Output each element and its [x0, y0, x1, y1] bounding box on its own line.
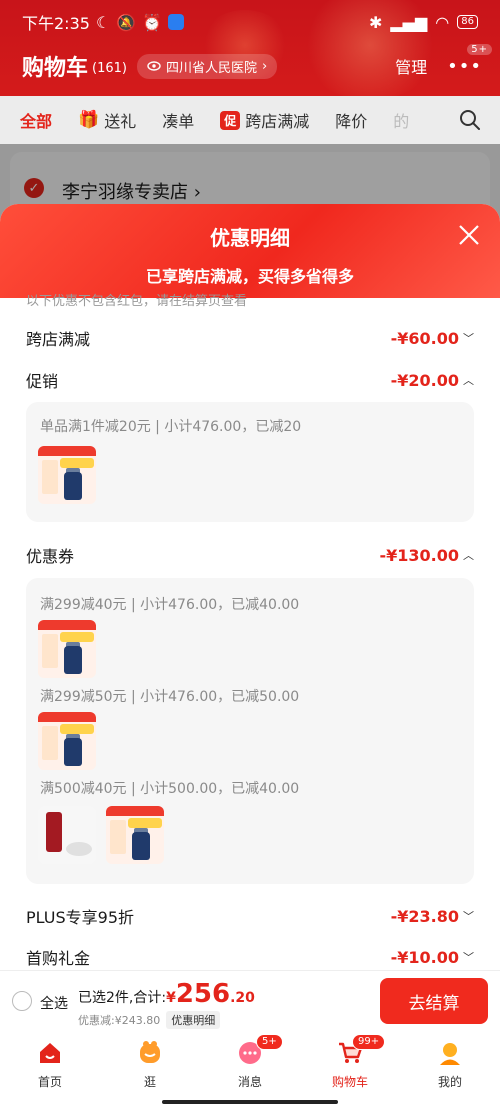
checkout-button[interactable]: 去结算	[380, 978, 488, 1024]
sheet-title: 优惠明细	[210, 226, 290, 250]
tab-more[interactable]: 的	[393, 108, 409, 132]
nav-label: 我的	[437, 1075, 462, 1089]
messages-badge: 5+	[256, 1034, 283, 1050]
cart-badge: 99+	[352, 1034, 386, 1050]
tab-label: 送礼	[104, 112, 137, 131]
page-title: 购物车	[22, 56, 89, 81]
nav-home[interactable]: 首页	[0, 1032, 100, 1111]
promo-chip: 促	[220, 110, 241, 130]
sheet-subtitle: 已享跨店满减，买得多省得多	[145, 267, 354, 286]
home-indicator	[162, 1100, 338, 1104]
coupon-row[interactable]: 优惠券 -¥130.00 ︿	[26, 543, 474, 567]
bluetooth-icon: ✱	[368, 12, 383, 32]
row-label: PLUS专享95折	[26, 908, 134, 927]
promo-row[interactable]: 促销 -¥20.00 ︿	[26, 368, 474, 392]
selected-count: 已选2件,合计:	[78, 990, 167, 1006]
first-purchase-gift-row[interactable]: 首购礼金 -¥10.00 ﹀	[26, 945, 474, 969]
row-label: 促销	[26, 372, 59, 391]
coupon-panel: 满299减40元 | 小计476.00，已减40.00 满299减50元 | 小…	[26, 578, 474, 884]
home-icon	[40, 1043, 60, 1063]
tab-cross-store[interactable]: 促跨店满减	[220, 108, 309, 132]
coupon-line: 满299减40元 | 小计476.00，已减40.00	[40, 597, 300, 613]
tab-label: 全部	[20, 112, 53, 131]
row-label: 优惠券	[26, 547, 75, 566]
plus-discount-row[interactable]: PLUS专享95折 -¥23.80 ﹀	[26, 904, 474, 928]
signal-icon: ▂▄▆	[390, 12, 428, 32]
app-notification-icon	[168, 14, 185, 30]
chevron-down-icon: ﹀	[463, 910, 474, 923]
moon-icon: ☾	[95, 12, 111, 32]
product-thumbnail[interactable]	[38, 712, 96, 770]
product-thumbnail[interactable]	[106, 806, 164, 864]
top-header: 下午2:35 ☾ 🔕 ⏰ ✱ ▂▄▆ ◠ 86 购物车 (161) 四川省人民医…	[0, 0, 500, 96]
chevron-up-icon: ︿	[463, 374, 474, 387]
coupon-line: 满299减50元 | 小计476.00，已减50.00	[40, 689, 300, 705]
tab-label: 凑单	[162, 112, 195, 131]
row-label: 跨店满减	[26, 330, 91, 349]
battery-icon: 86	[457, 15, 478, 29]
search-icon[interactable]	[458, 108, 482, 132]
chevron-right-icon: ›	[262, 58, 268, 74]
discount-detail-sheet: 优惠明细 已享跨店满减，买得多省得多 以下优惠不包含红包，请在结算页查看 跨店满…	[0, 204, 500, 1030]
row-amount: -¥60.00	[390, 328, 459, 348]
total-integer: 256	[175, 979, 231, 1009]
discount-detail-button[interactable]: 优惠明细	[166, 1011, 221, 1029]
tab-price-drop[interactable]: 降价	[335, 108, 367, 132]
gift-icon: 🎁	[78, 110, 100, 130]
nav-label: 首页	[37, 1075, 62, 1089]
promo-panel: 单品满1件减20元 | 小计476.00，已减20	[26, 402, 474, 522]
discount-amount: 优惠减:¥243.80	[78, 1014, 161, 1027]
row-amount: -¥20.00	[390, 370, 459, 390]
tab-label: 的	[393, 112, 410, 131]
sheet-note: 以下优惠不包含红包，请在结算页查看	[26, 294, 248, 309]
browse-icon	[140, 1041, 160, 1063]
tab-gift[interactable]: 🎁 送礼	[78, 108, 136, 132]
eye-icon	[147, 61, 161, 71]
profile-icon	[440, 1043, 460, 1065]
row-amount: -¥130.00	[379, 545, 459, 565]
product-thumbnail[interactable]	[38, 446, 96, 504]
row-amount: -¥10.00	[390, 947, 459, 967]
tab-bundle[interactable]: 凑单	[162, 108, 194, 132]
more-button[interactable]: ••• 5+	[447, 43, 492, 77]
sheet-header: 优惠明细 已享跨店满减，买得多省得多	[0, 204, 500, 298]
status-bar: 下午2:35 ☾ 🔕 ⏰ ✱ ▂▄▆ ◠ 86	[0, 0, 500, 44]
wifi-icon: ◠	[435, 12, 450, 32]
selection-total: 已选2件,合计: ¥ 256 .20	[78, 979, 255, 1009]
select-all-label[interactable]: 全选	[40, 993, 68, 1013]
tab-label: 降价	[335, 112, 368, 131]
nav-label: 购物车	[331, 1075, 368, 1089]
more-badge: 5+	[467, 43, 492, 55]
discount-summary: 优惠减:¥243.80 优惠明细	[78, 1011, 221, 1029]
select-all-radio[interactable]	[12, 991, 32, 1011]
tab-label: 跨店满减	[245, 112, 310, 131]
more-icon: •••	[447, 55, 482, 77]
location-selector[interactable]: 四川省人民医院 ›	[136, 53, 278, 79]
cart-count: (161)	[92, 60, 127, 76]
row-amount: -¥23.80	[390, 906, 459, 926]
chevron-down-icon: ﹀	[463, 951, 474, 964]
alarm-icon: ⏰	[142, 12, 163, 32]
currency-symbol: ¥	[166, 990, 176, 1006]
mute-icon: 🔕	[116, 12, 137, 32]
manage-button[interactable]: 管理	[395, 54, 427, 78]
row-label: 首购礼金	[26, 949, 91, 968]
nav-label: 逛	[143, 1075, 156, 1089]
checkout-bar: 全选 已选2件,合计: ¥ 256 .20 优惠减:¥243.80 优惠明细 去…	[0, 970, 500, 1032]
coupon-line: 满500减40元 | 小计500.00，已减40.00	[40, 781, 300, 797]
total-decimal: .20	[230, 990, 255, 1006]
status-time: 下午2:35	[22, 14, 90, 33]
chevron-up-icon: ︿	[463, 549, 474, 562]
chevron-down-icon: ﹀	[463, 332, 474, 345]
close-icon[interactable]	[458, 224, 480, 246]
product-thumbnail[interactable]	[38, 620, 96, 678]
promo-line: 单品满1件减20元 | 小计476.00，已减20	[40, 419, 302, 435]
nav-label: 消息	[237, 1075, 262, 1089]
cross-store-row[interactable]: 跨店满减 -¥60.00 ﹀	[26, 326, 474, 350]
filter-tabs: 全部 🎁 送礼 凑单 促跨店满减 降价 的	[0, 96, 500, 144]
location-label: 四川省人民医院	[165, 60, 257, 76]
nav-profile[interactable]: 我的	[400, 1032, 500, 1111]
tab-all[interactable]: 全部	[20, 108, 52, 132]
product-thumbnail[interactable]	[38, 806, 96, 864]
